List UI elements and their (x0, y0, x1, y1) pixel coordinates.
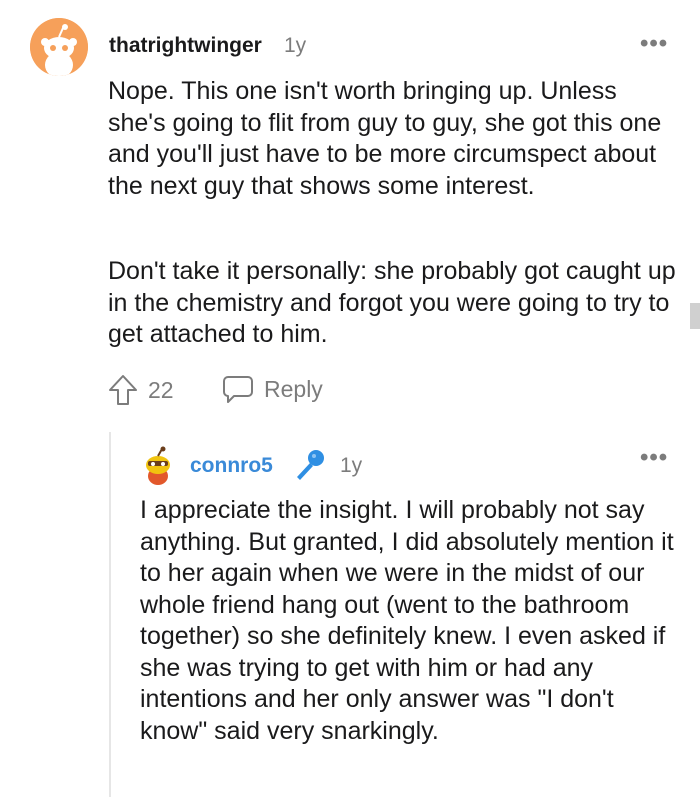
username[interactable]: thatrightwinger (109, 34, 262, 58)
avatar[interactable] (138, 445, 178, 485)
microphone-icon (292, 448, 326, 482)
snoo-avatar-icon (30, 18, 88, 76)
reply-button[interactable]: Reply (222, 374, 323, 404)
comment-paragraph: Nope. This one isn't worth bringing up. … (108, 77, 662, 200)
scrollbar-thumb[interactable] (690, 303, 700, 329)
vote-bar: 22 (108, 374, 174, 406)
speech-bubble-icon (223, 376, 253, 403)
upvote-arrow-icon[interactable] (108, 374, 138, 406)
thread-line[interactable] (109, 432, 111, 797)
vote-count: 22 (148, 376, 174, 403)
more-options-icon[interactable]: ••• (640, 30, 668, 58)
comment-paragraph: Don't take it personally: she probably g… (108, 257, 676, 348)
snoo-avatar-icon (146, 446, 170, 485)
reply-text: I appreciate the insight. I will probabl… (140, 496, 674, 745)
more-options-icon[interactable]: ••• (640, 444, 668, 472)
username[interactable]: connro5 (190, 454, 273, 478)
reply-label: Reply (264, 375, 323, 402)
timestamp: 1y (284, 34, 307, 57)
avatar[interactable] (30, 18, 88, 76)
timestamp: 1y (340, 454, 363, 477)
